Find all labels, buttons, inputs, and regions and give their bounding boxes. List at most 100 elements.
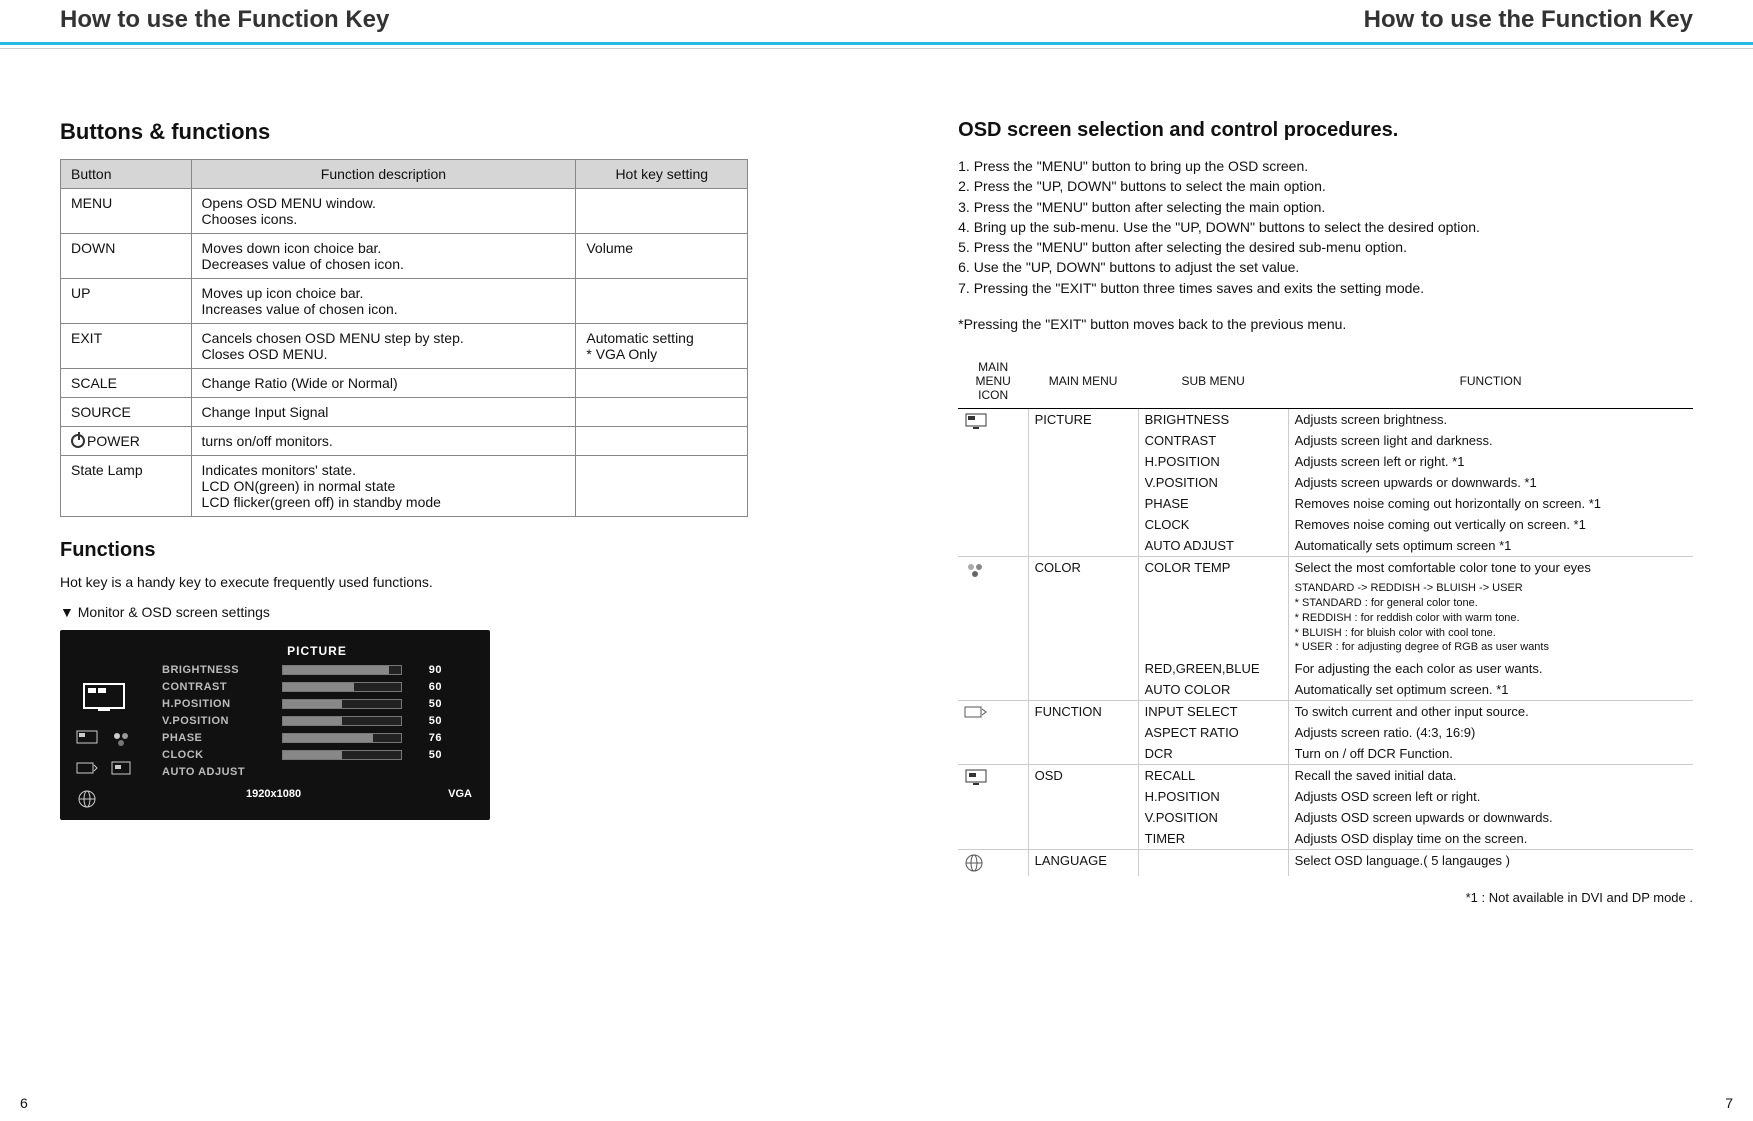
button-cell: UP bbox=[61, 279, 192, 324]
menu-row: PICTUREBRIGHTNESSAdjusts screen brightne… bbox=[958, 409, 1693, 431]
osd-slider-value: 50 bbox=[412, 715, 442, 727]
sub-menu-cell: AUTO COLOR bbox=[1138, 679, 1288, 701]
mh-main: MAIN MENU bbox=[1028, 354, 1138, 409]
table-row: POWERturns on/off monitors. bbox=[61, 427, 748, 456]
mini-color-icon bbox=[108, 728, 134, 750]
sub-menu-cell: BRIGHTNESS bbox=[1138, 409, 1288, 431]
mini-globe-icon bbox=[74, 788, 100, 810]
buttons-table: Button Function description Hot key sett… bbox=[60, 159, 748, 517]
sub-menu-cell: PHASE bbox=[1138, 493, 1288, 514]
function-cell: Select OSD language.( 5 langauges ) bbox=[1288, 850, 1693, 877]
sub-menu-cell: CONTRAST bbox=[1138, 430, 1288, 451]
osd-slider-label: CLOCK bbox=[162, 749, 272, 761]
hot-cell bbox=[576, 398, 748, 427]
main-menu-cell: FUNCTION bbox=[1028, 701, 1138, 765]
main-menu-cell: OSD bbox=[1028, 765, 1138, 850]
osd-slider-row: BRIGHTNESS90 bbox=[162, 664, 472, 676]
sub-menu-cell: H.POSITION bbox=[1138, 786, 1288, 807]
osd-slider-fill bbox=[283, 717, 342, 725]
th-button: Button bbox=[61, 160, 192, 189]
function-cell: Adjusts screen left or right. *1 bbox=[1288, 451, 1693, 472]
osd-slider-fill bbox=[283, 734, 373, 742]
desc-cell: Change Input Signal bbox=[191, 398, 576, 427]
color-temp-detail: STANDARD -> REDDISH -> BLUISH -> USER* S… bbox=[1288, 578, 1693, 658]
sub-menu-cell: ASPECT RATIO bbox=[1138, 722, 1288, 743]
main-menu-cell: LANGUAGE bbox=[1028, 850, 1138, 877]
page-number-right: 7 bbox=[1725, 1095, 1733, 1111]
osd-slider-label: CONTRAST bbox=[162, 681, 272, 693]
sub-menu-cell-empty bbox=[1138, 578, 1288, 658]
osd-slider-bar bbox=[282, 716, 402, 726]
menu-row: OSDRECALLRecall the saved initial data. bbox=[958, 765, 1693, 787]
osd-slider-value: 76 bbox=[412, 732, 442, 744]
osd-slider-bar bbox=[282, 665, 402, 675]
menu-row: LANGUAGE Select OSD language.( 5 langauge… bbox=[958, 850, 1693, 877]
procedures-heading: OSD screen selection and control procedu… bbox=[958, 119, 1693, 142]
functions-heading: Functions bbox=[60, 539, 748, 562]
cyan-divider bbox=[0, 42, 1753, 45]
mh-func: FUNCTION bbox=[1288, 354, 1693, 409]
left-page: Buttons & functions Button Function desc… bbox=[60, 119, 828, 905]
monitor-icon bbox=[958, 409, 1028, 557]
sub-menu-cell: COLOR TEMP bbox=[1138, 557, 1288, 579]
osd-slider-row: H.POSITION50 bbox=[162, 698, 472, 710]
color-dots-icon bbox=[958, 557, 1028, 701]
osd-slider-label: H.POSITION bbox=[162, 698, 272, 710]
function-cell: Adjusts OSD display time on the screen. bbox=[1288, 828, 1693, 850]
osd-panel: PICTURE BRIGHTNESS90 CONTRAST60 H.POSITION… bbox=[60, 630, 490, 820]
osd-slider-bar bbox=[282, 682, 402, 692]
desc-cell: Moves up icon choice bar.Increases value… bbox=[191, 279, 576, 324]
osd-side-icons bbox=[74, 644, 144, 810]
right-page: OSD screen selection and control procedu… bbox=[928, 119, 1693, 905]
desc-cell: Cancels chosen OSD MENU step by step.Clo… bbox=[191, 324, 576, 369]
hot-cell bbox=[576, 189, 748, 234]
table-row: SCALEChange Ratio (Wide or Normal) bbox=[61, 369, 748, 398]
function-cell: Automatically sets optimum screen *1 bbox=[1288, 535, 1693, 557]
function-cell: Removes noise coming out horizontally on… bbox=[1288, 493, 1693, 514]
function-cell: Recall the saved initial data. bbox=[1288, 765, 1693, 787]
page-number-left: 6 bbox=[20, 1095, 28, 1111]
table-row: EXITCancels chosen OSD MENU step by step… bbox=[61, 324, 748, 369]
function-cell: Adjusts screen light and darkness. bbox=[1288, 430, 1693, 451]
sub-menu-cell: RED,GREEN,BLUE bbox=[1138, 658, 1288, 679]
osd-auto-adjust-row: AUTO ADJUST bbox=[162, 766, 472, 778]
functions-note: Hot key is a handy key to execute freque… bbox=[60, 574, 748, 590]
desc-cell: Indicates monitors' state.LCD ON(green) … bbox=[191, 456, 576, 517]
button-cell: POWER bbox=[61, 427, 192, 456]
osd-slider-fill bbox=[283, 700, 342, 708]
button-cell: State Lamp bbox=[61, 456, 192, 517]
osd-title: PICTURE bbox=[162, 644, 472, 658]
header-left-title: How to use the Function Key bbox=[60, 6, 389, 34]
hot-cell: Volume bbox=[576, 234, 748, 279]
osd-slider-label: PHASE bbox=[162, 732, 272, 744]
mh-sub: SUB MENU bbox=[1138, 354, 1288, 409]
function-icon bbox=[958, 701, 1028, 765]
osd-slider-bar bbox=[282, 750, 402, 760]
table-row: MENUOpens OSD MENU window.Chooses icons. bbox=[61, 189, 748, 234]
sub-menu-cell: H.POSITION bbox=[1138, 451, 1288, 472]
function-cell: For adjusting the each color as user wan… bbox=[1288, 658, 1693, 679]
function-cell: To switch current and other input source… bbox=[1288, 701, 1693, 723]
function-cell: Turn on / off DCR Function. bbox=[1288, 743, 1693, 765]
sub-menu-cell: RECALL bbox=[1138, 765, 1288, 787]
mini-function-icon bbox=[74, 758, 100, 780]
procedure-step: 6. Use the "UP, DOWN" buttons to adjust … bbox=[958, 257, 1693, 277]
function-cell: Adjusts OSD screen left or right. bbox=[1288, 786, 1693, 807]
hot-cell bbox=[576, 279, 748, 324]
osd-slider-bar bbox=[282, 699, 402, 709]
sub-menu-cell: AUTO ADJUST bbox=[1138, 535, 1288, 557]
button-cell: EXIT bbox=[61, 324, 192, 369]
osd-auto-adjust-label: AUTO ADJUST bbox=[162, 766, 272, 778]
osd-slider-row: V.POSITION50 bbox=[162, 715, 472, 727]
osd-slider-row: CONTRAST60 bbox=[162, 681, 472, 693]
footnote: *1 : Not available in DVI and DP mode . bbox=[958, 890, 1693, 905]
procedure-step: 2. Press the "UP, DOWN" buttons to selec… bbox=[958, 176, 1693, 196]
procedure-step: 3. Press the "MENU" button after selecti… bbox=[958, 197, 1693, 217]
procedure-step: 4. Bring up the sub-menu. Use the "UP, D… bbox=[958, 217, 1693, 237]
desc-cell: turns on/off monitors. bbox=[191, 427, 576, 456]
function-cell: Adjusts screen brightness. bbox=[1288, 409, 1693, 431]
sub-menu-cell bbox=[1138, 850, 1288, 877]
grey-divider bbox=[0, 48, 1753, 49]
desc-cell: Opens OSD MENU window.Chooses icons. bbox=[191, 189, 576, 234]
function-cell: Select the most comfortable color tone t… bbox=[1288, 557, 1693, 579]
